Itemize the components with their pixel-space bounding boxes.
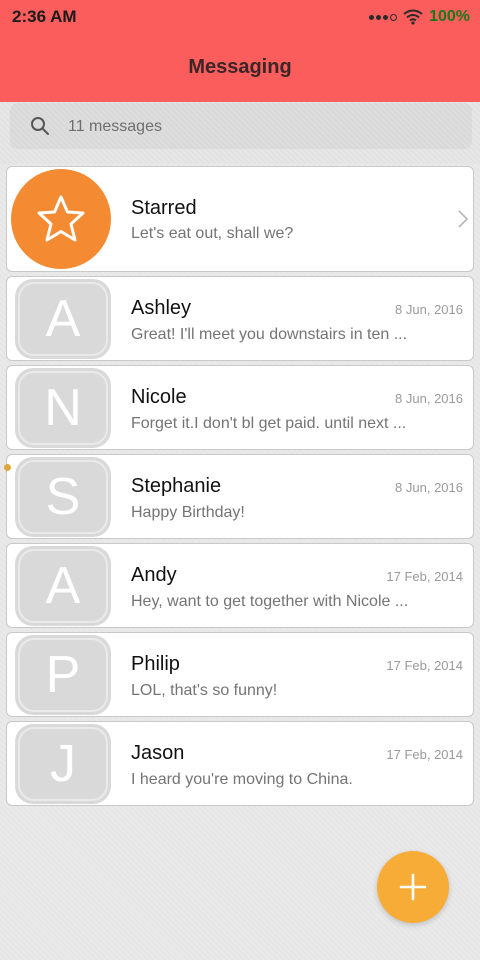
chevron-right-icon bbox=[458, 210, 469, 228]
avatar: P bbox=[15, 635, 111, 715]
unread-indicator bbox=[4, 464, 11, 471]
conversation-preview: Let's eat out, shall we? bbox=[131, 225, 294, 242]
conversation-date: 17 Feb, 2014 bbox=[386, 747, 463, 762]
conversation-date: 17 Feb, 2014 bbox=[386, 569, 463, 584]
conversation-name: Ashley bbox=[131, 297, 192, 319]
conversation-preview: I heard you're moving to China. bbox=[131, 771, 353, 788]
conversation-date: 8 Jun, 2016 bbox=[395, 391, 463, 406]
search-input[interactable]: 11 messages bbox=[68, 118, 162, 136]
compose-button[interactable] bbox=[377, 851, 449, 923]
search-bar[interactable]: 11 messages bbox=[10, 103, 472, 149]
conversation-item[interactable]: P Philip 17 Feb, 2014 LOL, that's so fun… bbox=[6, 632, 474, 717]
app-header: 2:36 AM 100% Messaging bbox=[0, 0, 480, 102]
conversation-name: Stephanie bbox=[131, 475, 222, 497]
conversation-preview: Great! I'll meet you downstairs in ten .… bbox=[131, 326, 408, 343]
avatar: A bbox=[15, 546, 111, 626]
conversation-date: 8 Jun, 2016 bbox=[395, 302, 463, 317]
conversation-name: Jason bbox=[131, 742, 185, 764]
conversation-preview: Forget it.I don't bl get paid. until nex… bbox=[131, 415, 407, 432]
status-icons: 100% bbox=[369, 7, 470, 27]
plus-icon bbox=[399, 873, 427, 901]
avatar: J bbox=[15, 724, 111, 804]
conversation-item[interactable]: A Ashley 8 Jun, 2016 Great! I'll meet yo… bbox=[6, 276, 474, 361]
star-icon bbox=[37, 195, 85, 242]
conversation-name: Andy bbox=[131, 564, 177, 586]
conversation-name: Starred bbox=[131, 197, 197, 219]
avatar: S bbox=[15, 457, 111, 537]
search-icon bbox=[31, 117, 49, 135]
battery-level: 100% bbox=[429, 8, 470, 25]
wifi-icon bbox=[403, 9, 423, 25]
conversation-name: Nicole bbox=[131, 386, 187, 408]
conversation-item[interactable]: N Nicole 8 Jun, 2016 Forget it.I don't b… bbox=[6, 365, 474, 450]
status-bar: 2:36 AM 100% bbox=[0, 0, 480, 32]
conversation-item[interactable]: S Stephanie 8 Jun, 2016 Happy Birthday! bbox=[6, 454, 474, 539]
page-title: Messaging bbox=[188, 56, 292, 78]
starred-conversation[interactable]: Starred Let's eat out, shall we? bbox=[6, 166, 474, 272]
conversation-date: 17 Feb, 2014 bbox=[386, 658, 463, 673]
starred-avatar bbox=[11, 169, 111, 269]
avatar: N bbox=[15, 368, 111, 448]
conversation-date: 8 Jun, 2016 bbox=[395, 480, 463, 495]
conversation-list: Starred Let's eat out, shall we? A Ashle… bbox=[6, 166, 474, 810]
conversation-item[interactable]: J Jason 17 Feb, 2014 I heard you're movi… bbox=[6, 721, 474, 806]
conversation-item[interactable]: A Andy 17 Feb, 2014 Hey, want to get tog… bbox=[6, 543, 474, 628]
status-time: 2:36 AM bbox=[12, 7, 77, 26]
conversation-preview: Happy Birthday! bbox=[131, 504, 245, 521]
search-area: 11 messages bbox=[0, 102, 480, 164]
conversation-preview: Hey, want to get together with Nicole ..… bbox=[131, 593, 409, 610]
conversation-name: Philip bbox=[131, 653, 180, 675]
signal-icon bbox=[369, 13, 398, 21]
avatar: A bbox=[15, 279, 111, 359]
conversation-preview: LOL, that's so funny! bbox=[131, 682, 278, 699]
